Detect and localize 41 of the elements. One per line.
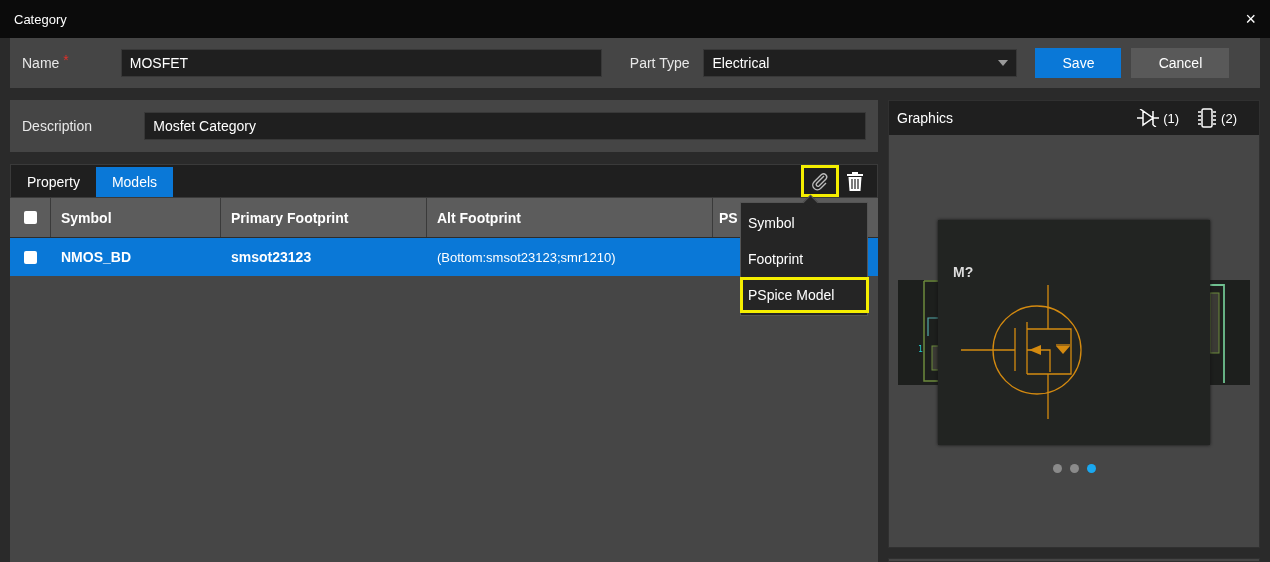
schematic-card[interactable]: M? xyxy=(938,220,1210,445)
attach-button[interactable] xyxy=(801,165,839,197)
symbol-count: (1) xyxy=(1163,110,1180,126)
tab[interactable]: Models xyxy=(95,167,174,197)
table-cell-text: (Bottom:smsot23123;smr1210) xyxy=(436,248,617,267)
column-header[interactable]: Primary Footprint xyxy=(220,198,426,237)
window-title: Category xyxy=(14,11,68,27)
chip-icon[interactable] xyxy=(1197,108,1218,128)
field-label: Name xyxy=(22,55,60,71)
menu-item[interactable]: PSpice Model xyxy=(740,277,869,313)
column-header[interactable]: Symbol xyxy=(50,198,220,237)
panel-title: Graphics xyxy=(897,110,954,126)
carousel-dot[interactable] xyxy=(1086,464,1096,473)
dropdown-caret-icon xyxy=(998,60,1009,66)
name-field[interactable]: MOSFET xyxy=(120,49,602,77)
cancel-button[interactable]: Cancel xyxy=(1131,48,1230,78)
pin-label: 1 xyxy=(918,345,923,354)
save-button[interactable]: Save xyxy=(1035,48,1122,78)
carousel-dot[interactable] xyxy=(1069,464,1079,473)
description-field[interactable]: Mosfet Category xyxy=(144,112,866,140)
close-button[interactable]: × xyxy=(1245,8,1256,30)
trash-icon[interactable] xyxy=(847,171,863,191)
tab[interactable]: Property xyxy=(11,167,96,197)
column-header[interactable]: Alt Footprint xyxy=(426,198,712,237)
required-mark: * xyxy=(63,52,69,68)
diode-icon[interactable] xyxy=(1137,109,1160,127)
menu-item[interactable]: Symbol xyxy=(740,205,869,241)
checkbox[interactable] xyxy=(23,250,37,264)
field-label: Description xyxy=(22,118,94,134)
reference-label: M? xyxy=(953,264,974,280)
footprint-count: (2) xyxy=(1221,110,1237,126)
checkbox[interactable] xyxy=(23,211,37,224)
footprint-preview[interactable]: 1 xyxy=(898,280,938,385)
carousel-dot[interactable] xyxy=(1052,464,1062,473)
footprint-preview[interactable] xyxy=(1210,280,1250,385)
table-cell-text: NMOS_BD xyxy=(60,248,132,267)
field-label: Part Type xyxy=(629,55,690,71)
part-type-dropdown[interactable]: Electrical xyxy=(703,49,1018,77)
menu-item[interactable]: Footprint xyxy=(740,241,869,277)
table-cell-text: smsot23123 xyxy=(230,248,313,267)
paperclip-icon xyxy=(810,171,830,191)
